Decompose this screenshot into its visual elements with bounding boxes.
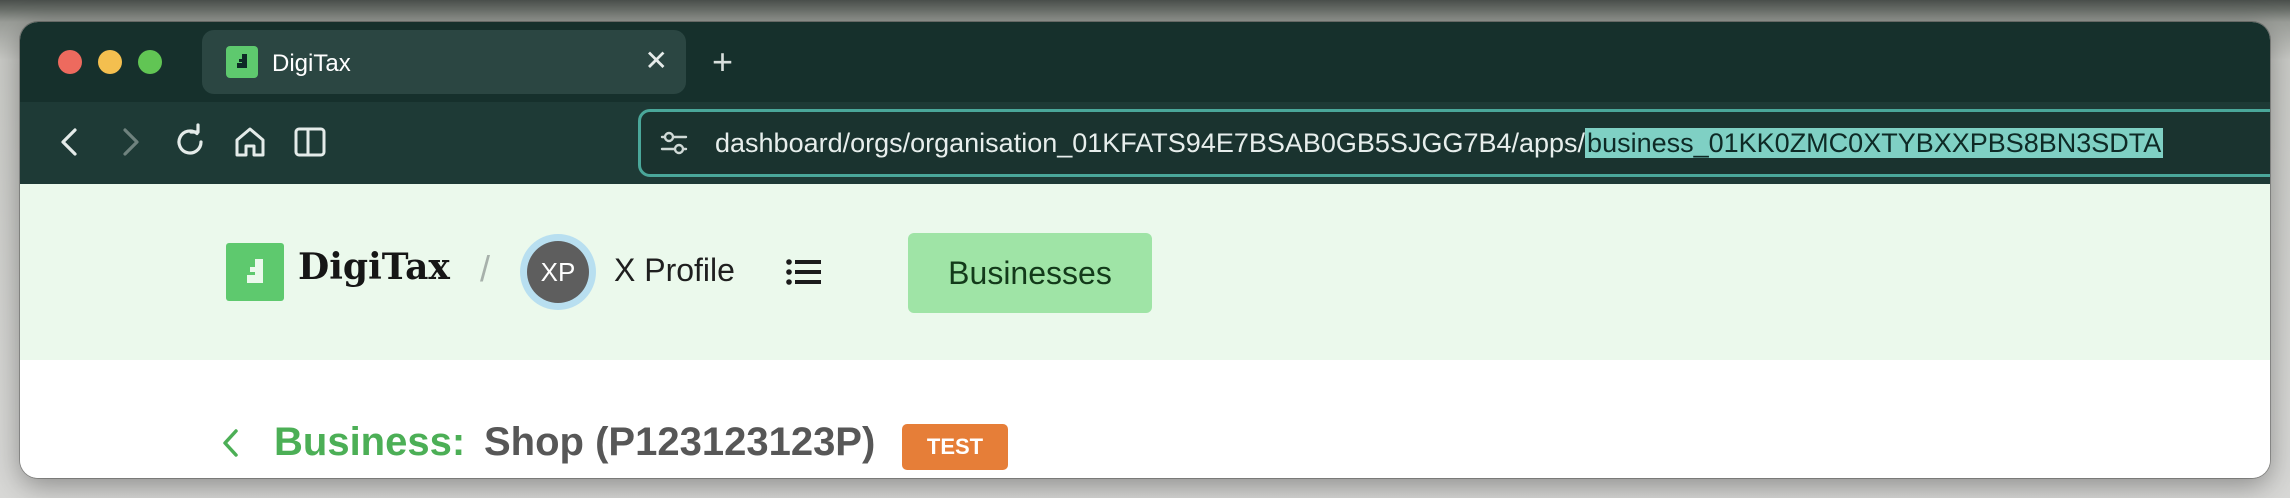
browser-window: DigiTax ✕ + dashboard/orgs/organisation_… [20,22,2270,478]
site-settings-icon[interactable] [659,128,689,158]
browser-toolbar: dashboard/orgs/organisation_01KFATS94E7B… [20,102,2270,184]
reload-icon[interactable] [170,122,210,162]
app-header: DigiTax / XP X Profile Businesses [20,184,2270,360]
tab-digitax[interactable]: DigiTax ✕ [202,30,686,94]
url-prefix: dashboard/orgs/organisation_01KFATS94E7B… [715,128,1586,158]
list-menu-icon[interactable] [786,256,822,288]
new-tab-button[interactable]: + [712,42,733,82]
home-icon[interactable] [230,122,270,162]
profile-name[interactable]: X Profile [614,252,735,289]
digitax-logo-icon[interactable] [226,243,284,301]
breadcrumb-separator: / [480,248,491,289]
close-window-button[interactable] [58,50,82,74]
forward-arrow-icon[interactable] [110,122,150,162]
back-chevron-icon[interactable] [218,426,242,460]
sidebar-icon[interactable] [290,122,330,162]
digitax-favicon-icon [226,46,258,78]
back-arrow-icon[interactable] [50,122,90,162]
close-tab-icon[interactable]: ✕ [645,45,668,77]
avatar[interactable]: XP [520,234,596,310]
tab-strip: DigiTax ✕ + [20,22,2270,102]
minimize-window-button[interactable] [98,50,122,74]
businesses-button[interactable]: Businesses [908,233,1152,313]
address-bar[interactable]: dashboard/orgs/organisation_01KFATS94E7B… [638,109,2270,177]
url-text[interactable]: dashboard/orgs/organisation_01KFATS94E7B… [715,127,2164,159]
logo-wordmark[interactable]: DigiTax [298,246,450,288]
business-label: Business: [274,420,466,464]
avatar-initials: XP [527,241,589,303]
test-badge: TEST [902,424,1008,470]
page-title: Shop (P123123123P) [484,420,876,464]
tab-title: DigiTax [272,50,351,77]
page-content: Business: Shop (P123123123P) TEST [20,360,2270,478]
url-selected-text: business_01KK0ZMC0XTYBXXPBS8BN3SDTA [1585,128,2164,158]
zoom-window-button[interactable] [138,50,162,74]
